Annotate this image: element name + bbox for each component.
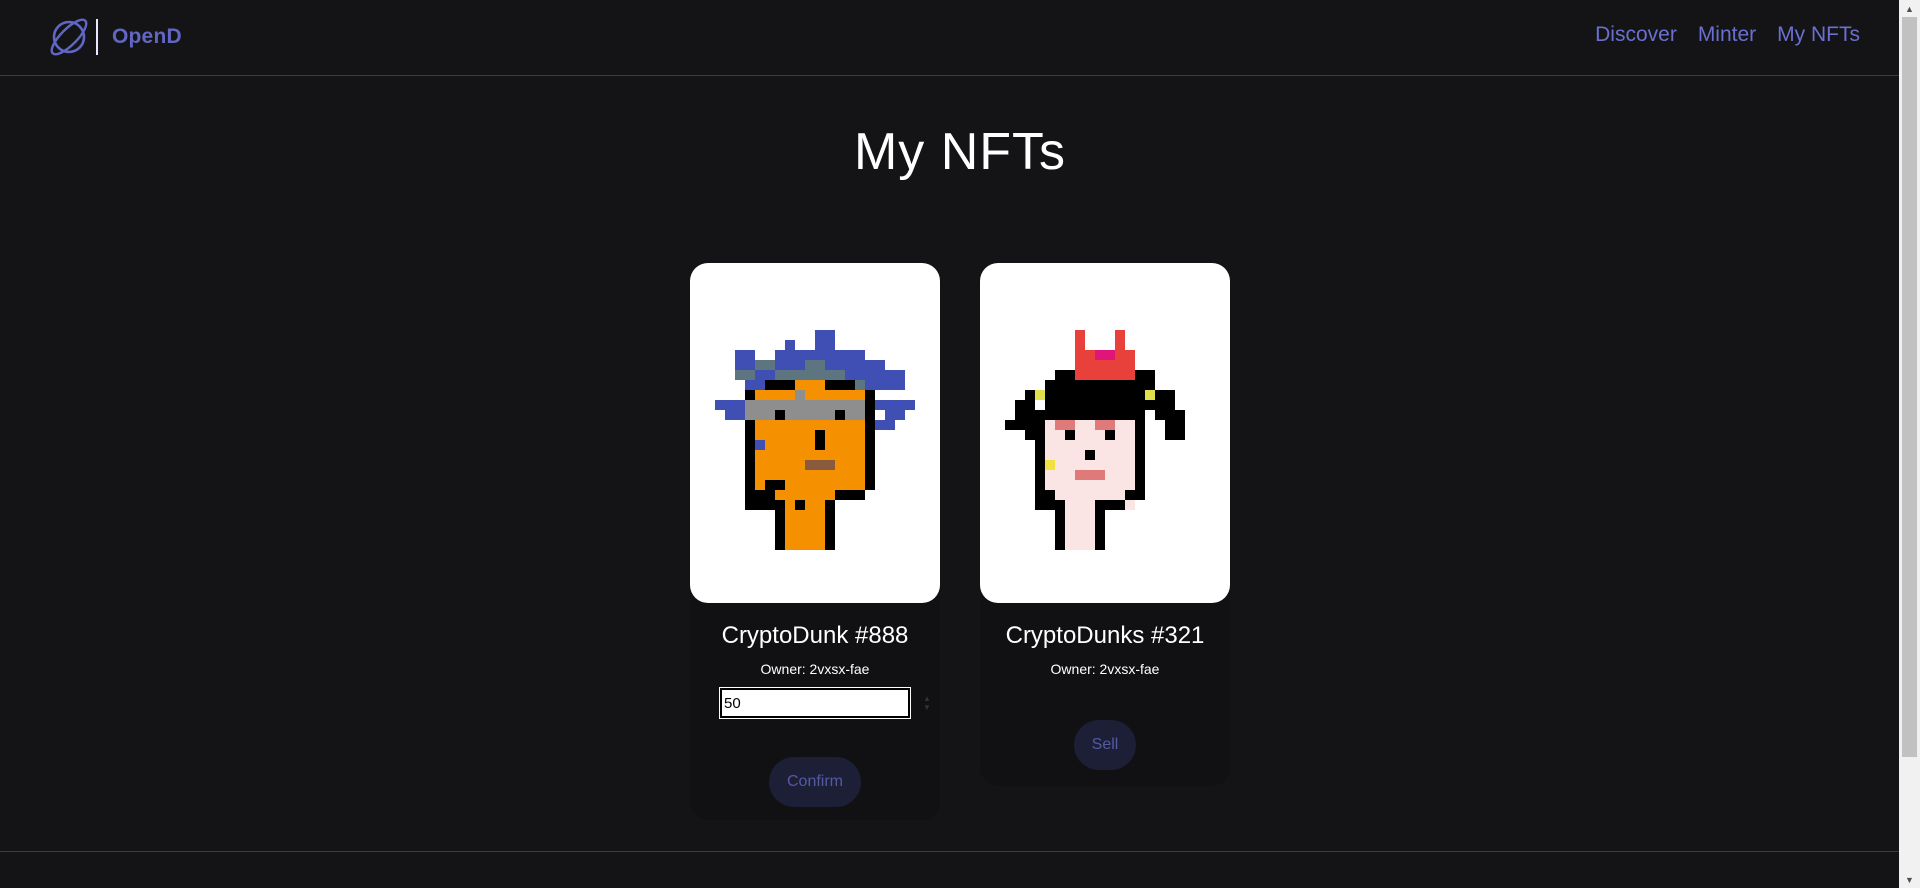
nft-card-321: CryptoDunks #321 Owner: 2vxsx-fae Sell xyxy=(980,263,1230,786)
logo-link[interactable]: OpenD xyxy=(46,14,182,60)
scroll-down-arrow-icon[interactable]: ▼ xyxy=(1899,871,1920,888)
page-title: My NFTs xyxy=(853,123,1067,181)
scroll-up-arrow-icon[interactable]: ▲ xyxy=(1899,0,1920,17)
nft-card-888: CryptoDunk #888 Owner: 2vxsx-fae ▲ ▼ Con… xyxy=(690,263,940,820)
nft-image-321 xyxy=(980,263,1230,603)
main-nav: Discover Minter My NFTs xyxy=(1574,23,1860,47)
cryptodunks-321-art xyxy=(1005,330,1185,550)
confirm-button[interactable]: Confirm xyxy=(769,757,861,807)
vertical-scrollbar[interactable]: ▲ ▼ xyxy=(1899,0,1920,888)
logo-divider xyxy=(96,19,98,55)
app-viewport: OpenD Discover Minter My NFTs My NFTs Cr… xyxy=(0,0,1899,888)
nft-owner: Owner: 2vxsx-fae xyxy=(1050,661,1160,677)
scrollbar-thumb[interactable] xyxy=(1902,17,1917,757)
cryptodunk-888-art xyxy=(715,330,915,550)
nft-image-888 xyxy=(690,263,940,603)
sell-button[interactable]: Sell xyxy=(1074,720,1136,770)
planet-logo-icon xyxy=(50,18,88,56)
nft-name: CryptoDunks #321 xyxy=(1005,622,1205,649)
footer-divider xyxy=(0,851,1899,852)
number-spinner[interactable]: ▲ ▼ xyxy=(923,691,931,715)
nft-name: CryptoDunk #888 xyxy=(721,622,909,649)
nft-owner: Owner: 2vxsx-fae xyxy=(760,661,870,677)
nav-my-nfts[interactable]: My NFTs xyxy=(1777,23,1860,47)
price-input-wrapper: ▲ ▼ xyxy=(719,687,931,719)
nav-minter[interactable]: Minter xyxy=(1698,23,1756,47)
top-navbar: OpenD Discover Minter My NFTs xyxy=(0,0,1899,76)
nav-discover[interactable]: Discover xyxy=(1595,23,1677,47)
brand-name[interactable]: OpenD xyxy=(112,25,182,49)
chevron-down-icon[interactable]: ▼ xyxy=(923,703,931,712)
chevron-up-icon[interactable]: ▲ xyxy=(923,694,931,703)
price-input[interactable] xyxy=(722,691,923,715)
